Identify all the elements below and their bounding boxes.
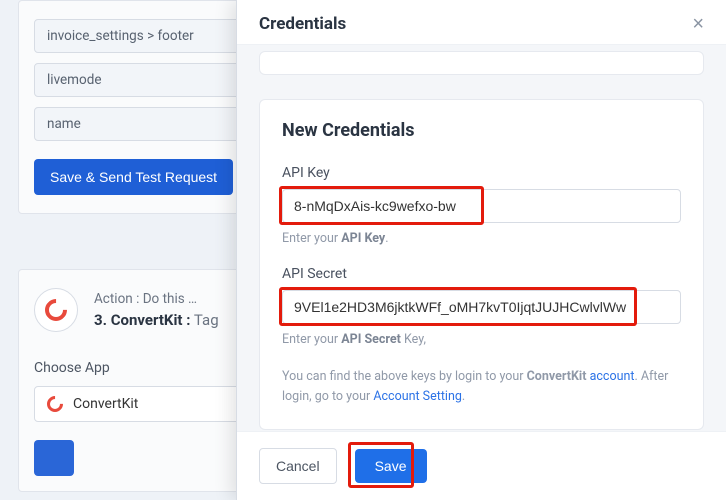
action-prefix-label: Action : Do this …	[94, 291, 219, 307]
credentials-modal: Credentials × New Credentials API Key En…	[236, 0, 726, 500]
choose-app-value: ConvertKit	[73, 396, 138, 412]
api-key-label: API Key	[282, 165, 681, 181]
save-send-test-request-button[interactable]: Save & Send Test Request	[34, 159, 233, 195]
modal-title: Credentials	[259, 14, 346, 34]
card-heading: New Credentials	[282, 120, 681, 141]
api-key-input[interactable]	[282, 189, 681, 223]
new-credentials-card: New Credentials API Key Enter your API K…	[259, 99, 704, 430]
cancel-button[interactable]: Cancel	[259, 448, 337, 484]
convertkit-mini-icon	[44, 393, 67, 416]
action-title-label: 3. ConvertKit : Tag	[94, 311, 219, 329]
save-button[interactable]: Save	[355, 449, 427, 483]
close-icon[interactable]: ×	[692, 14, 704, 34]
api-secret-label: API Secret	[282, 266, 681, 282]
modal-body: New Credentials API Key Enter your API K…	[237, 45, 726, 431]
api-secret-hint: Enter your API Secret Key,	[282, 332, 681, 347]
api-secret-input[interactable]	[282, 290, 681, 324]
modal-header: Credentials ×	[237, 0, 726, 45]
previous-card-stub	[259, 51, 704, 75]
api-key-hint: Enter your API Key.	[282, 231, 681, 246]
account-setting-link[interactable]: Account Setting	[373, 389, 462, 404]
account-link[interactable]: account	[590, 369, 635, 384]
api-secret-group: API Secret Enter your API Secret Key,	[282, 266, 681, 347]
credential-info-text: You can find the above keys by login to …	[282, 367, 681, 407]
modal-footer: Cancel Save	[237, 431, 726, 500]
convertkit-icon	[34, 288, 78, 332]
connect-button-stub[interactable]	[34, 440, 74, 476]
api-key-group: API Key Enter your API Key.	[282, 165, 681, 246]
